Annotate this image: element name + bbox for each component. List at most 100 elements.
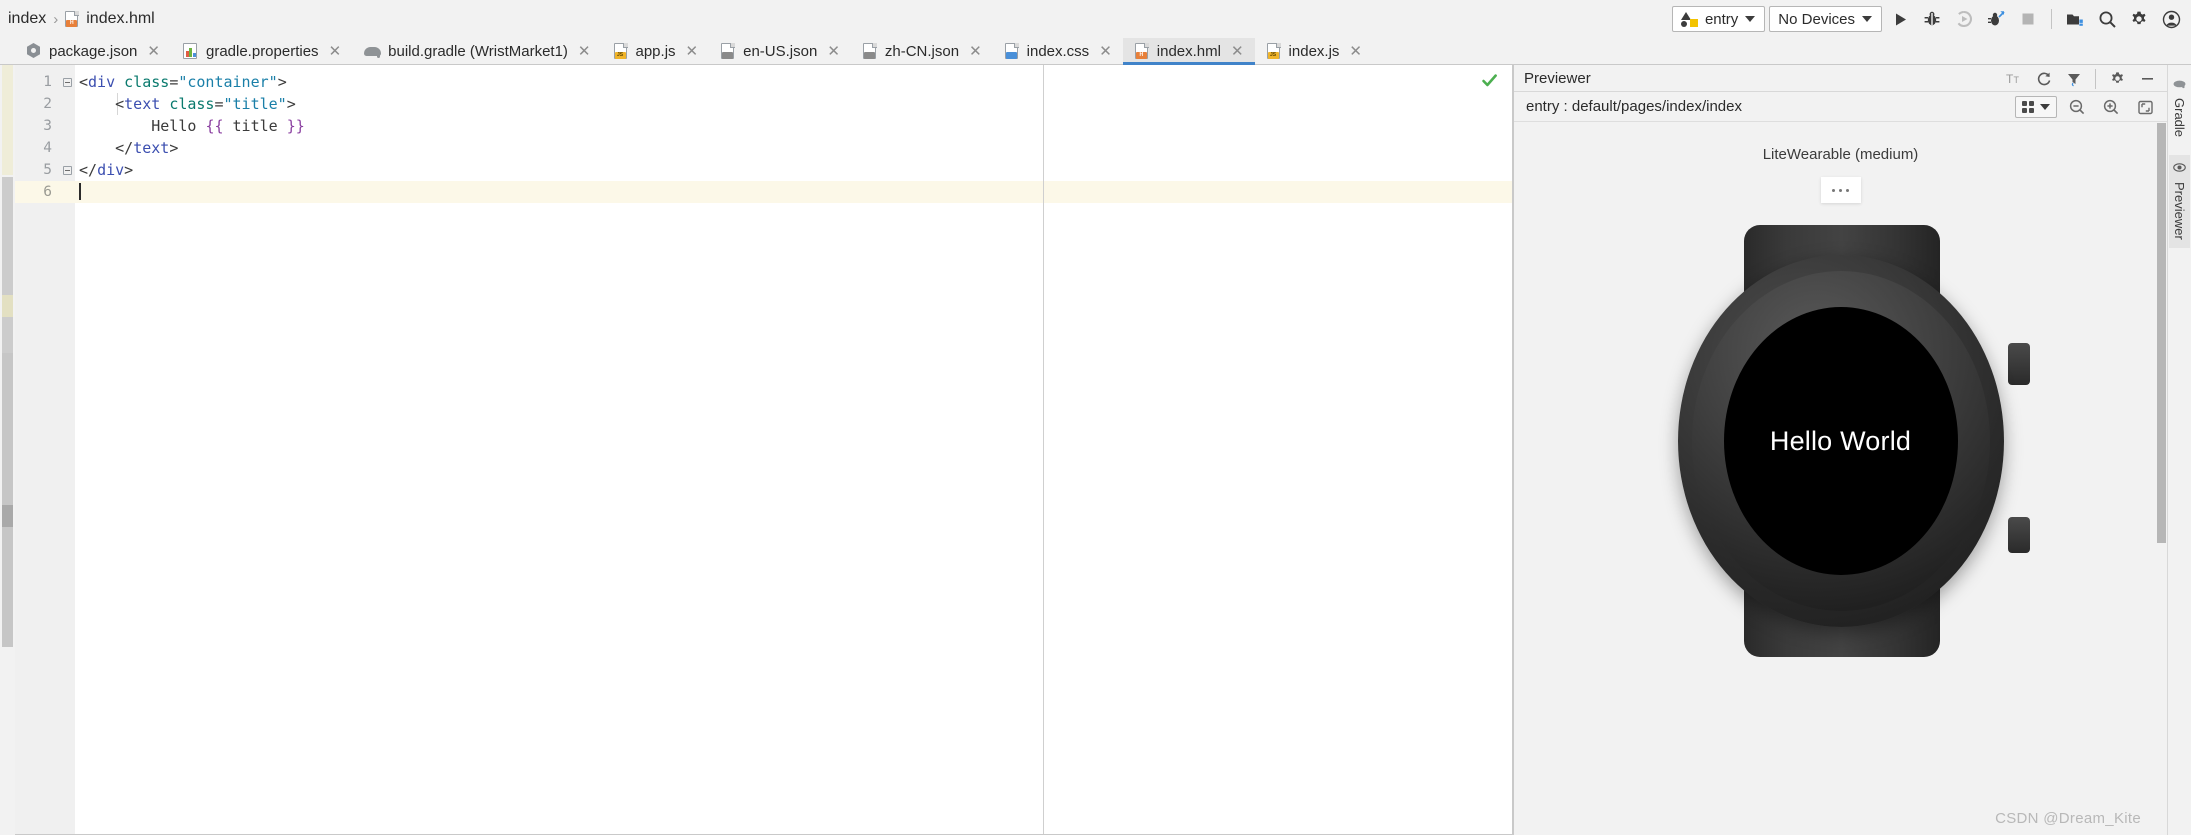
previewer-header-divider	[2095, 68, 2096, 89]
code-line[interactable]: <div class="container">	[75, 71, 1512, 93]
close-icon[interactable]: ✕	[686, 44, 699, 59]
device-selector[interactable]: No Devices	[1769, 6, 1882, 32]
run-configuration-selector[interactable]: entry	[1671, 6, 1766, 32]
watch-screen[interactable]: Hello World	[1723, 307, 1958, 575]
fit-to-window-icon[interactable]	[2131, 93, 2159, 121]
editor-tab-label: zh-CN.json	[884, 42, 960, 60]
close-icon[interactable]: ✕	[827, 44, 840, 59]
fold-toggle-icon[interactable]	[59, 159, 75, 181]
code-token: <	[115, 95, 125, 113]
marker-segment	[2, 317, 13, 353]
close-icon[interactable]: ✕	[578, 44, 591, 59]
close-icon[interactable]: ✕	[1349, 44, 1362, 59]
search-everywhere-button[interactable]	[2093, 5, 2121, 33]
code-content[interactable]: <div class="container"> <text class="tit…	[75, 65, 1512, 834]
minimize-icon[interactable]	[2133, 65, 2161, 93]
settings-gear-icon[interactable]	[2103, 65, 2131, 93]
line-number: 4	[43, 140, 52, 156]
json-file-icon	[721, 42, 736, 60]
preview-screen-text: Hello World	[1769, 425, 1912, 456]
profile-button[interactable]	[1982, 5, 2010, 33]
gear-icon	[2132, 11, 2146, 25]
toolbar-divider	[2051, 9, 2052, 29]
rail-item-gradle[interactable]: Gradle	[2169, 71, 2190, 145]
account-button[interactable]	[2157, 5, 2185, 33]
zoom-in-icon[interactable]	[2097, 93, 2125, 121]
stop-button[interactable]	[2014, 5, 2042, 33]
code-line[interactable]	[75, 181, 1512, 203]
editor-tab-en-us-json[interactable]: en-US.json ✕	[709, 38, 851, 64]
top-bar: index › H index.hml entry No Devices	[0, 0, 2191, 38]
zoom-out-icon[interactable]	[2063, 93, 2091, 121]
code-line[interactable]: </div>	[75, 159, 1512, 181]
grid-icon	[2022, 101, 2034, 113]
watch-device-preview: Hello World	[1648, 225, 2034, 657]
editor-tab-label: index.hml	[1156, 42, 1221, 60]
run-coverage-button[interactable]	[1950, 5, 1978, 33]
editor-tab-label: index.js	[1288, 42, 1340, 60]
css-file-icon	[1004, 42, 1020, 60]
code-line[interactable]: <text class="title">	[75, 93, 1512, 115]
code-folding-gutter[interactable]	[59, 65, 75, 834]
editor-tab-index-js[interactable]: JS index.js ✕	[1255, 38, 1373, 64]
project-structure-button[interactable]	[2061, 5, 2089, 33]
close-icon[interactable]: ✕	[147, 44, 160, 59]
code-token: Hello	[151, 117, 206, 135]
editor-tab-build-gradle-wristmarket1[interactable]: build.gradle (WristMarket1) ✕	[352, 38, 601, 64]
code-token: div	[97, 161, 125, 179]
previewer-header-actions: T T	[2000, 65, 2161, 92]
svg-text:T: T	[2014, 75, 2020, 85]
editor-tab-index-hml[interactable]: Hindex.hml ✕	[1122, 38, 1255, 65]
breadcrumb-root[interactable]: index	[8, 10, 46, 28]
close-icon[interactable]: ✕	[1099, 44, 1112, 59]
device-more-options-button[interactable]	[1820, 177, 1861, 203]
run-button[interactable]	[1886, 5, 1914, 33]
editor-tab-label: app.js	[635, 42, 676, 60]
editor-tab-strip: package.json ✕ gradle.properties ✕ build.gra…	[0, 38, 2191, 65]
code-token: </	[79, 161, 98, 179]
inspection-status-icon[interactable]	[1481, 72, 1498, 94]
gradle-icon	[364, 43, 382, 60]
previewer-path-label: entry : default/pages/index/index	[1526, 98, 1742, 115]
refresh-icon[interactable]	[2030, 65, 2058, 93]
code-line[interactable]: Hello {{ title }}	[75, 115, 1512, 137]
editor-tab-label: en-US.json	[743, 42, 818, 60]
js-file-icon: JS	[613, 42, 629, 60]
rail-item-previewer[interactable]: Previewer	[2169, 155, 2190, 248]
code-token: }}	[286, 117, 305, 135]
marker-segment	[2, 527, 13, 647]
fold-minus-icon	[62, 165, 72, 175]
code-line[interactable]: </text>	[75, 137, 1512, 159]
line-number: 3	[43, 118, 52, 134]
close-icon[interactable]: ✕	[329, 44, 342, 59]
editor-tab-package-json[interactable]: package.json ✕	[14, 38, 171, 64]
close-icon[interactable]: ✕	[1231, 44, 1244, 59]
json-file-icon	[862, 42, 878, 60]
watch-bezel: Hello World	[1691, 271, 1990, 611]
breadcrumb-file-label: index.hml	[86, 10, 155, 27]
settings-button[interactable]	[2125, 5, 2153, 33]
breadcrumb-file[interactable]: H index.hml	[65, 10, 155, 28]
layout-grid-dropdown[interactable]	[2015, 96, 2057, 118]
left-marker-strip[interactable]	[0, 65, 15, 835]
debug-button[interactable]	[1918, 5, 1946, 33]
code-editor[interactable]: 123456 <div class="container"> <text cla…	[15, 65, 1512, 834]
filter-icon[interactable]	[2060, 65, 2088, 93]
properties-icon	[182, 42, 199, 60]
editor-tab-zh-cn-json[interactable]: zh-CN.json ✕	[851, 38, 993, 64]
account-icon	[2162, 10, 2180, 28]
editor-split-divider[interactable]	[1043, 65, 1044, 834]
close-icon[interactable]: ✕	[969, 44, 982, 59]
editor-tab-index-css[interactable]: index.css ✕	[993, 38, 1123, 64]
font-size-icon[interactable]: T T	[2000, 65, 2028, 93]
fold-slot	[59, 137, 75, 159]
editor-tab-gradle-properties[interactable]: gradle.properties ✕	[171, 38, 352, 64]
run-configuration-label: entry	[1704, 10, 1739, 28]
editor-tab-app-js[interactable]: JS app.js ✕	[602, 38, 710, 64]
fold-toggle-icon[interactable]	[59, 71, 75, 93]
previewer-scrollbar[interactable]	[2157, 123, 2166, 543]
previewer-path-actions	[2015, 92, 2159, 122]
